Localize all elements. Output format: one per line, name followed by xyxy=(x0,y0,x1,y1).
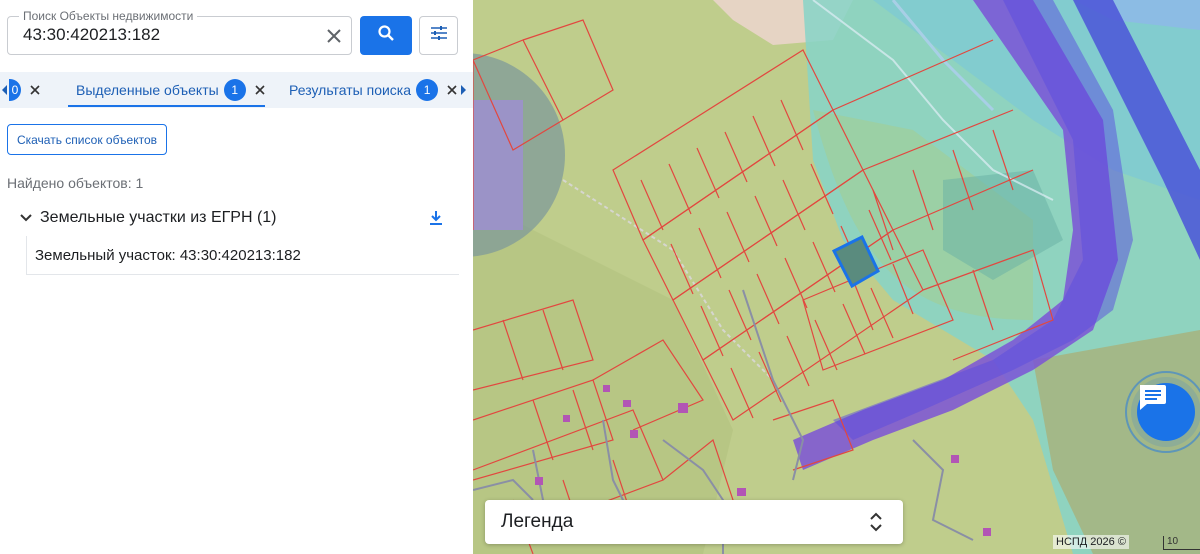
search-icon xyxy=(377,24,395,47)
tabs-scroll-right-icon[interactable] xyxy=(458,72,468,108)
close-icon[interactable] xyxy=(27,82,43,98)
legend-title: Легенда xyxy=(501,511,574,532)
map-layers xyxy=(473,0,1200,554)
app-root: Поиск Объекты недвижимости 43:30:420213:… xyxy=(0,0,1200,554)
search-button[interactable] xyxy=(360,16,412,55)
unfold-icon[interactable] xyxy=(867,511,885,533)
tune-icon xyxy=(430,25,448,46)
download-icon[interactable] xyxy=(426,208,446,228)
tab-badge: 0 xyxy=(9,79,21,101)
tab-search-results[interactable]: Результаты поиска 1 xyxy=(289,72,460,108)
chevron-down-icon[interactable] xyxy=(20,209,32,227)
download-list-button[interactable]: Скачать список объектов xyxy=(7,124,167,155)
list-item[interactable]: Земельный участок: 43:30:420213:182 xyxy=(26,236,459,275)
map-canvas[interactable]: Легенда НСПД 2026 © 10 xyxy=(473,0,1200,554)
filter-button[interactable] xyxy=(419,16,458,55)
tab-badge: 1 xyxy=(416,79,439,101)
map-copyright: НСПД 2026 © xyxy=(1053,535,1129,549)
tab-selected-objects[interactable]: Выделенные объекты 1 xyxy=(76,72,268,108)
map-scale: 10 xyxy=(1163,536,1200,550)
active-tab-indicator xyxy=(68,105,265,107)
search-input[interactable]: 43:30:420213:182 xyxy=(23,25,160,45)
close-icon[interactable] xyxy=(252,82,268,98)
result-group-title: Земельные участки из ЕГРН (1) xyxy=(40,209,277,226)
tab-label: Выделенные объекты xyxy=(76,82,219,98)
tab-badge: 1 xyxy=(223,79,246,101)
tab-label: Результаты поиска xyxy=(289,82,412,98)
tab-previous[interactable]: 0 xyxy=(9,72,43,108)
search-label: Поиск Объекты недвижимости xyxy=(19,9,198,23)
legend-panel[interactable]: Легенда xyxy=(485,500,903,544)
tab-bar: 0 Выделенные объекты 1 Результаты поиска… xyxy=(0,72,473,108)
chat-button[interactable] xyxy=(1137,383,1195,441)
search-panel: Поиск Объекты недвижимости 43:30:420213:… xyxy=(0,0,473,554)
close-icon[interactable] xyxy=(321,23,347,49)
result-group-header[interactable]: Земельные участки из ЕГРН (1) xyxy=(20,206,460,230)
found-count: Найдено объектов: 1 xyxy=(7,175,144,191)
search-field[interactable]: Поиск Объекты недвижимости 43:30:420213:… xyxy=(7,9,352,55)
